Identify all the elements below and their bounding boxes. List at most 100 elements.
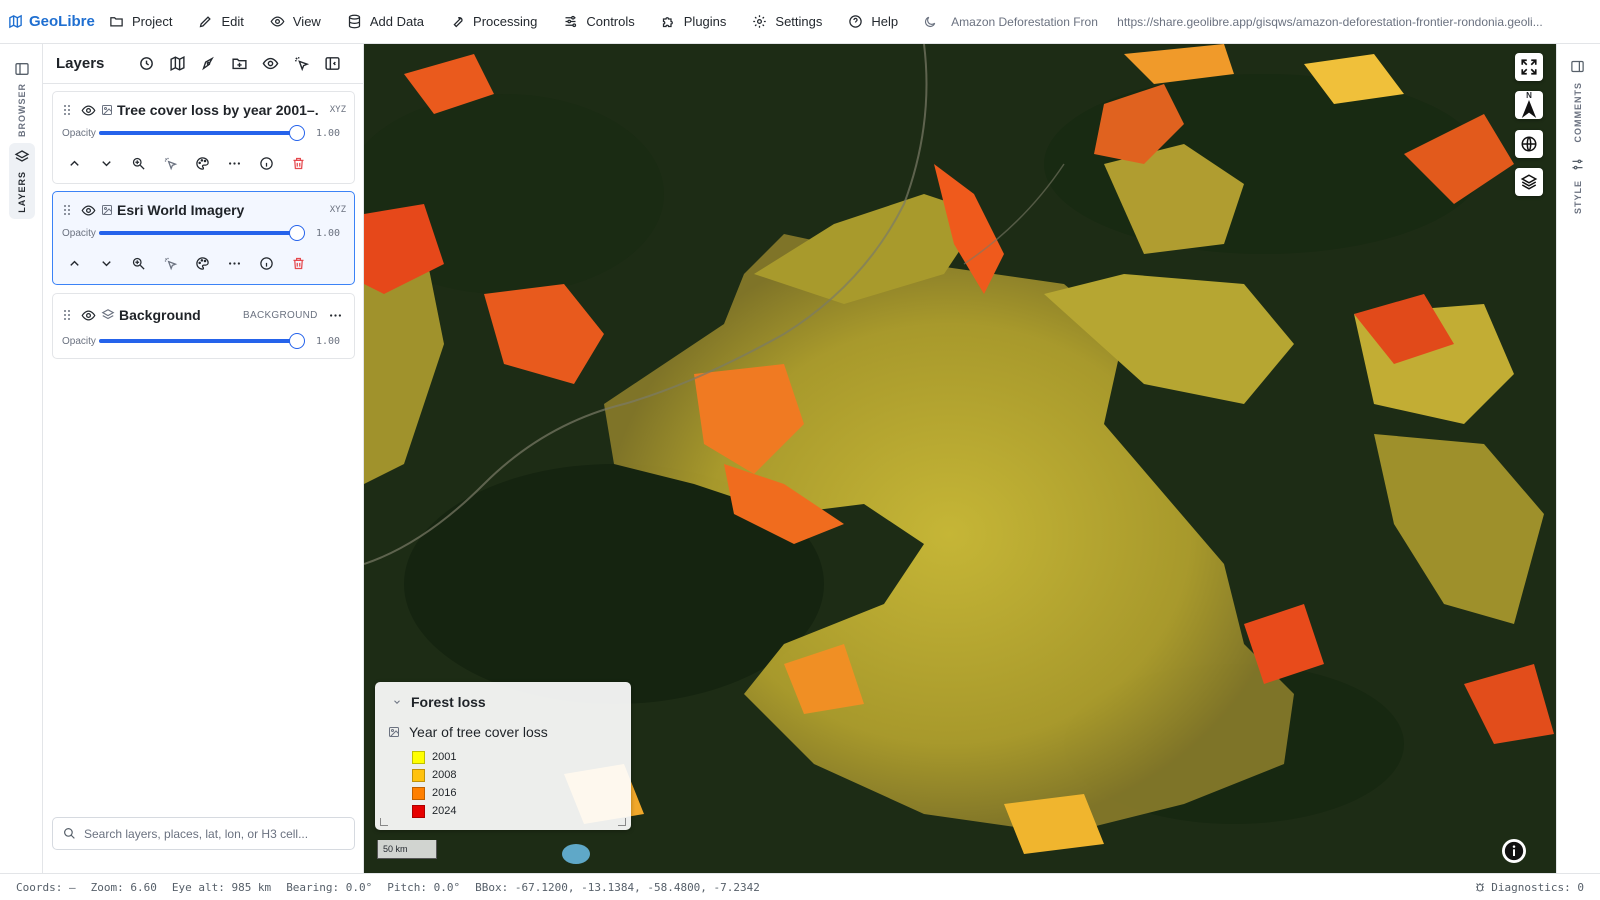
more-icon[interactable] (328, 308, 343, 323)
info-icon[interactable] (258, 256, 275, 271)
search-input[interactable] (84, 826, 344, 841)
panel-icon (15, 63, 29, 75)
raster-icon (101, 104, 113, 116)
legend-item-label: 2001 (432, 751, 457, 763)
delete-icon[interactable] (290, 256, 307, 271)
move-down-icon[interactable] (98, 156, 115, 171)
zoom-to-layer-icon[interactable] (130, 156, 147, 171)
legend-header[interactable]: Forest loss (375, 682, 631, 710)
legend-swatch (412, 750, 425, 764)
left-rail: BROWSER LAYERS (0, 44, 43, 873)
layers-panel: Layers Tree cover loss by year 2001–... … (43, 44, 364, 873)
resize-handle-icon[interactable] (618, 818, 626, 826)
identify-icon[interactable] (162, 156, 179, 171)
move-down-icon[interactable] (98, 256, 115, 271)
slider-thumb[interactable] (289, 125, 305, 141)
basemap-icon[interactable] (169, 55, 186, 72)
palette-icon[interactable] (194, 156, 211, 171)
slider-thumb[interactable] (289, 225, 305, 241)
more-icon[interactable] (226, 156, 243, 171)
add-group-icon[interactable] (231, 55, 248, 72)
menu-add-data[interactable]: Add Data (334, 0, 437, 44)
menu-view[interactable]: View (257, 0, 334, 44)
refresh-icon[interactable] (138, 55, 155, 72)
eye-icon (270, 16, 285, 27)
legend-item: 2024 (412, 802, 631, 820)
draw-icon[interactable] (200, 55, 217, 72)
basemap-switcher-button[interactable] (1515, 168, 1543, 196)
drag-handle-icon[interactable] (63, 309, 73, 321)
layers-icon (101, 308, 115, 322)
share-url[interactable]: https://share.geolibre.app/gisqws/amazon… (1117, 15, 1555, 29)
moon-icon (925, 16, 936, 27)
menu-processing[interactable]: Processing (437, 0, 550, 44)
layer-name[interactable]: Background (119, 307, 237, 323)
opacity-label: Opacity (62, 335, 96, 347)
drag-handle-icon[interactable] (63, 204, 73, 216)
delete-icon[interactable] (290, 156, 307, 171)
legend-swatch (412, 768, 425, 782)
resize-handle-icon[interactable] (380, 818, 388, 826)
zoom-to-layer-icon[interactable] (130, 256, 147, 271)
folder-icon (110, 17, 123, 27)
palette-icon[interactable] (194, 256, 211, 271)
identify-icon[interactable] (162, 256, 179, 271)
layers-toolbar (138, 55, 341, 72)
layer-name[interactable]: Tree cover loss by year 2001–... (117, 102, 319, 118)
globe-button[interactable] (1515, 130, 1543, 158)
move-up-icon[interactable] (66, 256, 83, 271)
style-tab[interactable]: STYLE (1570, 157, 1585, 214)
menu-label: Edit (221, 14, 244, 29)
theme-toggle[interactable] (911, 15, 947, 29)
layer-card-tree-cover-loss[interactable]: Tree cover loss by year 2001–... XYZ Opa… (52, 91, 355, 184)
layer-card-background[interactable]: Background BACKGROUND Opacity 1.00 (52, 293, 355, 359)
layer-header: Esri World Imagery XYZ (53, 199, 354, 221)
menu-plugins[interactable]: Plugins (648, 0, 740, 44)
compass-button[interactable]: N (1515, 91, 1543, 119)
layer-search[interactable] (52, 817, 355, 850)
app-logo[interactable]: GeoLibre (0, 13, 96, 30)
map-canvas[interactable]: N Forest loss Year of tree cover loss 20… (364, 44, 1556, 873)
project-title[interactable]: Amazon Deforestation Fron (951, 15, 1101, 29)
layers-tab[interactable]: LAYERS (9, 143, 35, 219)
chevron-down-icon[interactable] (392, 697, 402, 707)
north-label: N (1526, 91, 1532, 100)
menu-edit[interactable]: Edit (185, 0, 256, 44)
layer-header: Background BACKGROUND (53, 304, 354, 326)
layer-actions (53, 149, 354, 177)
browser-tab[interactable]: BROWSER (9, 55, 35, 143)
more-icon[interactable] (226, 256, 243, 271)
opacity-slider[interactable] (99, 225, 305, 241)
menu-help[interactable]: Help (835, 0, 911, 44)
comments-tab[interactable]: COMMENTS (1570, 59, 1585, 143)
status-coords: Coords: — (16, 880, 76, 894)
attribution-button[interactable] (1502, 839, 1526, 863)
legend-item-label: 2016 (432, 787, 457, 799)
opacity-row: Opacity 1.00 (53, 333, 354, 349)
eye-icon[interactable] (81, 103, 96, 118)
identify-icon[interactable] (293, 55, 310, 72)
move-up-icon[interactable] (66, 156, 83, 171)
collapse-panel-icon[interactable] (324, 55, 341, 72)
layers-panel-header: Layers (43, 44, 363, 84)
layer-name[interactable]: Esri World Imagery (117, 202, 319, 218)
menu-settings[interactable]: Settings (739, 0, 835, 44)
menu-controls[interactable]: Controls (550, 0, 647, 44)
diagnostics-button[interactable]: Diagnostics: 0 (1474, 881, 1600, 894)
opacity-label: Opacity (62, 127, 96, 139)
fullscreen-button[interactable] (1515, 53, 1543, 81)
opacity-slider[interactable] (99, 333, 305, 349)
eye-icon[interactable] (81, 203, 96, 218)
status-pitch: Pitch: 0.0° (387, 880, 461, 894)
menu-project[interactable]: Project (96, 0, 185, 44)
slider-thumb[interactable] (289, 333, 305, 349)
menu-label: Controls (586, 14, 635, 29)
info-icon[interactable] (258, 156, 275, 171)
visibility-icon[interactable] (262, 55, 279, 72)
layer-card-esri-world-imagery[interactable]: Esri World Imagery XYZ Opacity 1.00 (52, 191, 355, 285)
opacity-slider[interactable] (99, 125, 305, 141)
eye-icon[interactable] (81, 308, 96, 323)
drag-handle-icon[interactable] (63, 104, 73, 116)
map-legend: Forest loss Year of tree cover loss 2001… (375, 682, 631, 830)
legend-items: 2001 2008 2016 2024 (375, 740, 631, 820)
